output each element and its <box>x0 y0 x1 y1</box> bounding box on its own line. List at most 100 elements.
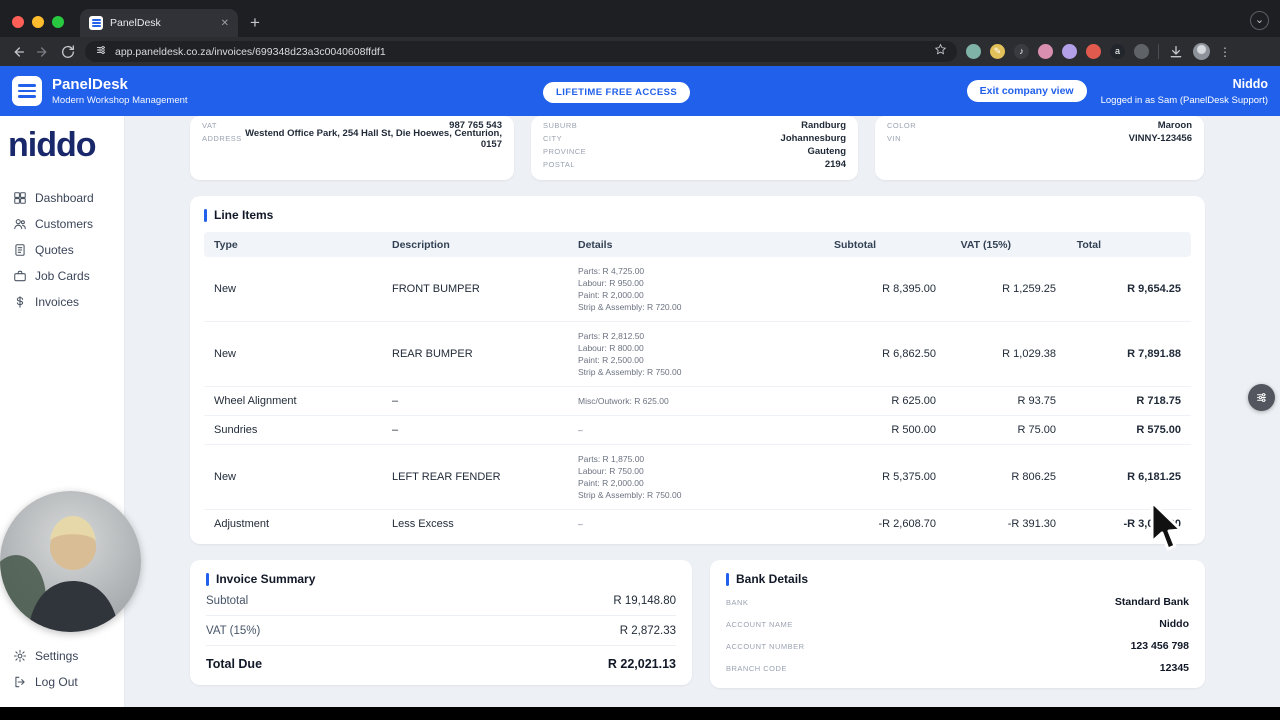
line-item-detail-line: – <box>578 424 808 436</box>
sidebar-item-label: Dashboard <box>35 191 94 205</box>
info-label: CITY <box>543 134 562 143</box>
exit-company-view-button[interactable]: Exit company view <box>967 80 1087 102</box>
extension-icon[interactable] <box>966 44 981 59</box>
tab-search-chevron-icon[interactable]: ⌄ <box>1250 11 1269 30</box>
line-item-vat: R 806.25 <box>936 471 1056 483</box>
forward-button[interactable] <box>35 44 51 60</box>
column-description: Description <box>392 239 578 251</box>
line-item-subtotal: R 500.00 <box>808 424 936 436</box>
total-due-label: Total Due <box>206 657 262 671</box>
line-item-detail-line: Paint: R 2,000.00 <box>578 289 808 301</box>
browser-tab[interactable]: PanelDesk ✕ <box>80 9 238 37</box>
line-item-detail-line: Strip & Assembly: R 720.00 <box>578 301 808 313</box>
bank-detail-line: ACCOUNT NUMBER 123 456 798 <box>726 640 1189 652</box>
tab-title: PanelDesk <box>110 17 214 29</box>
info-label: VAT <box>202 121 217 130</box>
address-bar[interactable]: app.paneldesk.co.za/invoices/699348d23a3… <box>85 41 957 62</box>
sidebar-item-logout[interactable]: Log Out <box>0 669 124 695</box>
toolbar-divider <box>1158 44 1159 59</box>
brand-block: PanelDesk Modern Workshop Management <box>52 76 188 106</box>
extensions-row: ✎ ♪ a <box>966 44 1149 59</box>
line-item-detail-line: – <box>578 518 808 530</box>
sidebar-item-customers[interactable]: Customers <box>0 211 124 237</box>
main-area: VAT 987 765 543 ADDRESS Westend Office P… <box>125 116 1280 707</box>
window-minimize-button[interactable] <box>32 16 44 28</box>
bookmark-star-icon[interactable] <box>934 43 947 61</box>
sidebar-item-invoices[interactable]: Invoices <box>0 289 124 315</box>
line-item-details: Misc/Outwork: R 625.00 <box>578 395 808 407</box>
info-value: Westend Office Park, 254 Hall St, Die Ho… <box>242 128 502 150</box>
line-item-row[interactable]: Wheel Alignment – Misc/Outwork: R 625.00… <box>204 387 1191 416</box>
extension-icon[interactable]: a <box>1110 44 1125 59</box>
line-item-detail-line: Parts: R 4,725.00 <box>578 265 808 277</box>
summary-line: VAT (15%) R 2,872.33 <box>206 616 676 646</box>
sidebar-item-dashboard[interactable]: Dashboard <box>0 185 124 211</box>
extension-icon[interactable] <box>1086 44 1101 59</box>
line-item-total: R 9,654.25 <box>1056 283 1181 295</box>
tab-favicon-icon <box>89 16 103 30</box>
niddo-logo: niddo <box>0 116 124 165</box>
line-items-title-text: Line Items <box>214 208 273 222</box>
info-row: PROVINCE Gauteng <box>531 145 858 158</box>
line-item-total: R 7,891.88 <box>1056 348 1181 360</box>
reload-button[interactable] <box>60 44 76 60</box>
line-item-detail-line: Labour: R 800.00 <box>578 342 808 354</box>
summary-value: R 2,872.33 <box>620 625 676 637</box>
line-item-row[interactable]: New REAR BUMPER Parts: R 2,812.50Labour:… <box>204 322 1191 387</box>
line-item-type: New <box>214 471 392 483</box>
line-item-detail-line: Paint: R 2,000.00 <box>578 477 808 489</box>
profile-avatar[interactable] <box>1193 43 1210 60</box>
line-item-description: – <box>392 424 578 436</box>
sidebar-item-label: Invoices <box>35 295 79 309</box>
extension-icon[interactable]: ♪ <box>1014 44 1029 59</box>
invoice-page: VAT 987 765 543 ADDRESS Westend Office P… <box>190 116 1205 688</box>
total-due-row: Total Due R 22,021.13 <box>206 646 676 671</box>
line-item-row[interactable]: New FRONT BUMPER Parts: R 4,725.00Labour… <box>204 257 1191 322</box>
back-button[interactable] <box>10 44 26 60</box>
window-close-button[interactable] <box>12 16 24 28</box>
extension-icon[interactable] <box>1062 44 1077 59</box>
site-settings-icon[interactable] <box>95 43 107 61</box>
letterbox-bar <box>0 707 1280 720</box>
sidebar-item-label: Customers <box>35 217 93 231</box>
browser-menu-icon[interactable]: ⋮ <box>1219 45 1231 59</box>
sidebar-item-settings[interactable]: Settings <box>0 643 124 669</box>
extension-icon[interactable] <box>1038 44 1053 59</box>
info-row: POSTAL 2194 <box>531 158 858 171</box>
column-type: Type <box>214 239 392 251</box>
column-total: Total <box>1056 239 1181 251</box>
window-zoom-button[interactable] <box>52 16 64 28</box>
tab-close-icon[interactable]: ✕ <box>221 18 229 29</box>
invoice-summary-rows: Subtotal R 19,148.80 VAT (15%) R 2,872.3… <box>206 586 676 646</box>
sidebar-item-job-cards[interactable]: Job Cards <box>0 263 124 289</box>
line-item-row[interactable]: Sundries – – R 500.00 R 75.00 R 575.00 <box>204 416 1191 445</box>
line-items-header: Type Description Details Subtotal VAT (1… <box>204 232 1191 257</box>
menu-toggle-button[interactable] <box>12 76 42 106</box>
line-item-total: R 718.75 <box>1056 395 1181 407</box>
sidebar-item-quotes[interactable]: Quotes <box>0 237 124 263</box>
line-item-type: New <box>214 348 392 360</box>
line-item-row[interactable]: Adjustment Less Excess – -R 2,608.70 -R … <box>204 510 1191 538</box>
line-item-detail-line: Labour: R 750.00 <box>578 465 808 477</box>
url-text: app.paneldesk.co.za/invoices/699348d23a3… <box>115 46 926 58</box>
vehicle-info-card: COLOR Maroon VIN VINNY-123456 <box>875 116 1204 180</box>
logged-in-text: Logged in as Sam (PanelDesk Support) <box>1101 95 1268 106</box>
downloads-icon[interactable] <box>1168 44 1184 60</box>
summary-row: Invoice Summary Subtotal R 19,148.80 VAT… <box>190 560 1205 688</box>
line-item-subtotal: R 8,395.00 <box>808 283 936 295</box>
info-label: SUBURB <box>543 121 577 130</box>
line-item-detail-line: Strip & Assembly: R 750.00 <box>578 366 808 378</box>
table-settings-fab[interactable] <box>1248 384 1275 411</box>
column-vat: VAT (15%) <box>936 239 1056 251</box>
new-tab-button[interactable]: + <box>250 14 260 31</box>
extension-icon[interactable]: ✎ <box>990 44 1005 59</box>
app-tagline: Modern Workshop Management <box>52 95 188 106</box>
summary-line: Subtotal R 19,148.80 <box>206 586 676 616</box>
line-items-title: Line Items <box>204 208 1191 222</box>
line-item-type: Adjustment <box>214 518 392 530</box>
info-row: VIN VINNY-123456 <box>875 132 1204 145</box>
line-item-row[interactable]: New LEFT REAR FENDER Parts: R 1,875.00La… <box>204 445 1191 510</box>
extension-icon[interactable] <box>1134 44 1149 59</box>
bank-detail-value: Standard Bank <box>1115 596 1189 608</box>
line-item-total: -R 3,000.00 <box>1056 518 1181 530</box>
